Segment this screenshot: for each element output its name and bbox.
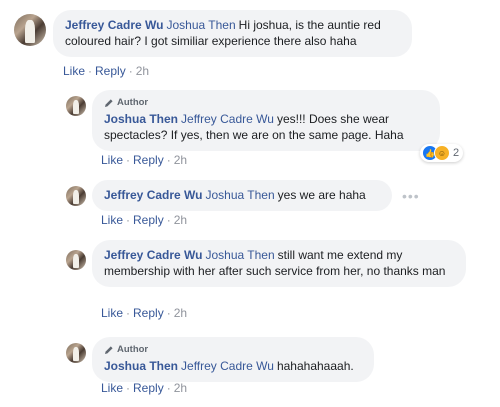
comment-actions: Like · Reply · 2h — [101, 381, 188, 395]
like-button[interactable]: Like — [101, 213, 123, 227]
reaction-count: 2 — [453, 147, 460, 159]
haha-icon: ☺ — [434, 145, 450, 161]
reply-button[interactable]: Reply — [133, 213, 164, 227]
like-button[interactable]: Like — [101, 153, 123, 167]
comment-actions: Like · Reply · 2h — [101, 153, 188, 167]
mention-tag[interactable]: Joshua Then — [166, 18, 235, 32]
comment-bubble: Jeffrey Cadre Wu Joshua Then yes we are ha… — [92, 180, 392, 211]
reply-button[interactable]: Reply — [133, 153, 164, 167]
comment-bubble: Jeffrey Cadre Wu Joshua Then still want me… — [92, 240, 466, 287]
author-name[interactable]: Joshua Then — [104, 359, 178, 373]
mention-tag[interactable]: Joshua Then — [205, 248, 274, 262]
pencil-icon — [105, 99, 113, 107]
like-button[interactable]: Like — [101, 381, 123, 395]
timestamp[interactable]: 2h — [174, 213, 187, 227]
timestamp[interactable]: 2h — [174, 381, 187, 395]
reply-button[interactable]: Reply — [133, 306, 164, 320]
author-name[interactable]: Joshua Then — [104, 112, 178, 126]
avatar[interactable] — [66, 96, 86, 116]
author-badge: Author — [104, 97, 428, 109]
reply-button[interactable]: Reply — [95, 64, 126, 78]
mention-tag[interactable]: Jeffrey Cadre Wu — [181, 359, 274, 373]
author-name[interactable]: Jeffrey Cadre Wu — [104, 188, 202, 202]
author-name[interactable]: Jeffrey Cadre Wu — [65, 18, 163, 32]
comment-actions: Like · Reply · 2h — [63, 64, 150, 78]
mention-tag[interactable]: Joshua Then — [205, 188, 274, 202]
avatar[interactable] — [66, 250, 86, 270]
timestamp[interactable]: 2h — [174, 306, 187, 320]
author-name[interactable]: Jeffrey Cadre Wu — [104, 248, 202, 262]
avatar[interactable] — [66, 343, 86, 363]
avatar[interactable] — [14, 14, 46, 46]
comment-bubble: Author Joshua Then Jeffrey Cadre Wu hahaha… — [92, 337, 374, 382]
timestamp[interactable]: 2h — [136, 64, 149, 78]
like-button[interactable]: Like — [63, 64, 85, 78]
comment-text: yes we are haha — [277, 188, 366, 202]
more-options-icon[interactable]: ••• — [402, 188, 420, 204]
author-badge: Author — [104, 344, 362, 356]
comment-bubble: Author Joshua Then Jeffrey Cadre Wu yes!!!… — [92, 90, 440, 151]
avatar[interactable] — [66, 186, 86, 206]
reply-button[interactable]: Reply — [133, 381, 164, 395]
comment-actions: Like · Reply · 2h — [101, 306, 188, 320]
reactions-summary[interactable]: 👍 ☺ 2 — [420, 144, 464, 162]
comment-text: hahahahaaah. — [276, 359, 354, 373]
like-button[interactable]: Like — [101, 306, 123, 320]
comment-bubble: Jeffrey Cadre Wu Joshua Then Hi joshua, is… — [53, 10, 412, 57]
timestamp[interactable]: 2h — [174, 153, 187, 167]
comment-actions: Like · Reply · 2h — [101, 213, 188, 227]
mention-tag[interactable]: Jeffrey Cadre Wu — [181, 112, 274, 126]
pencil-icon — [105, 346, 113, 354]
